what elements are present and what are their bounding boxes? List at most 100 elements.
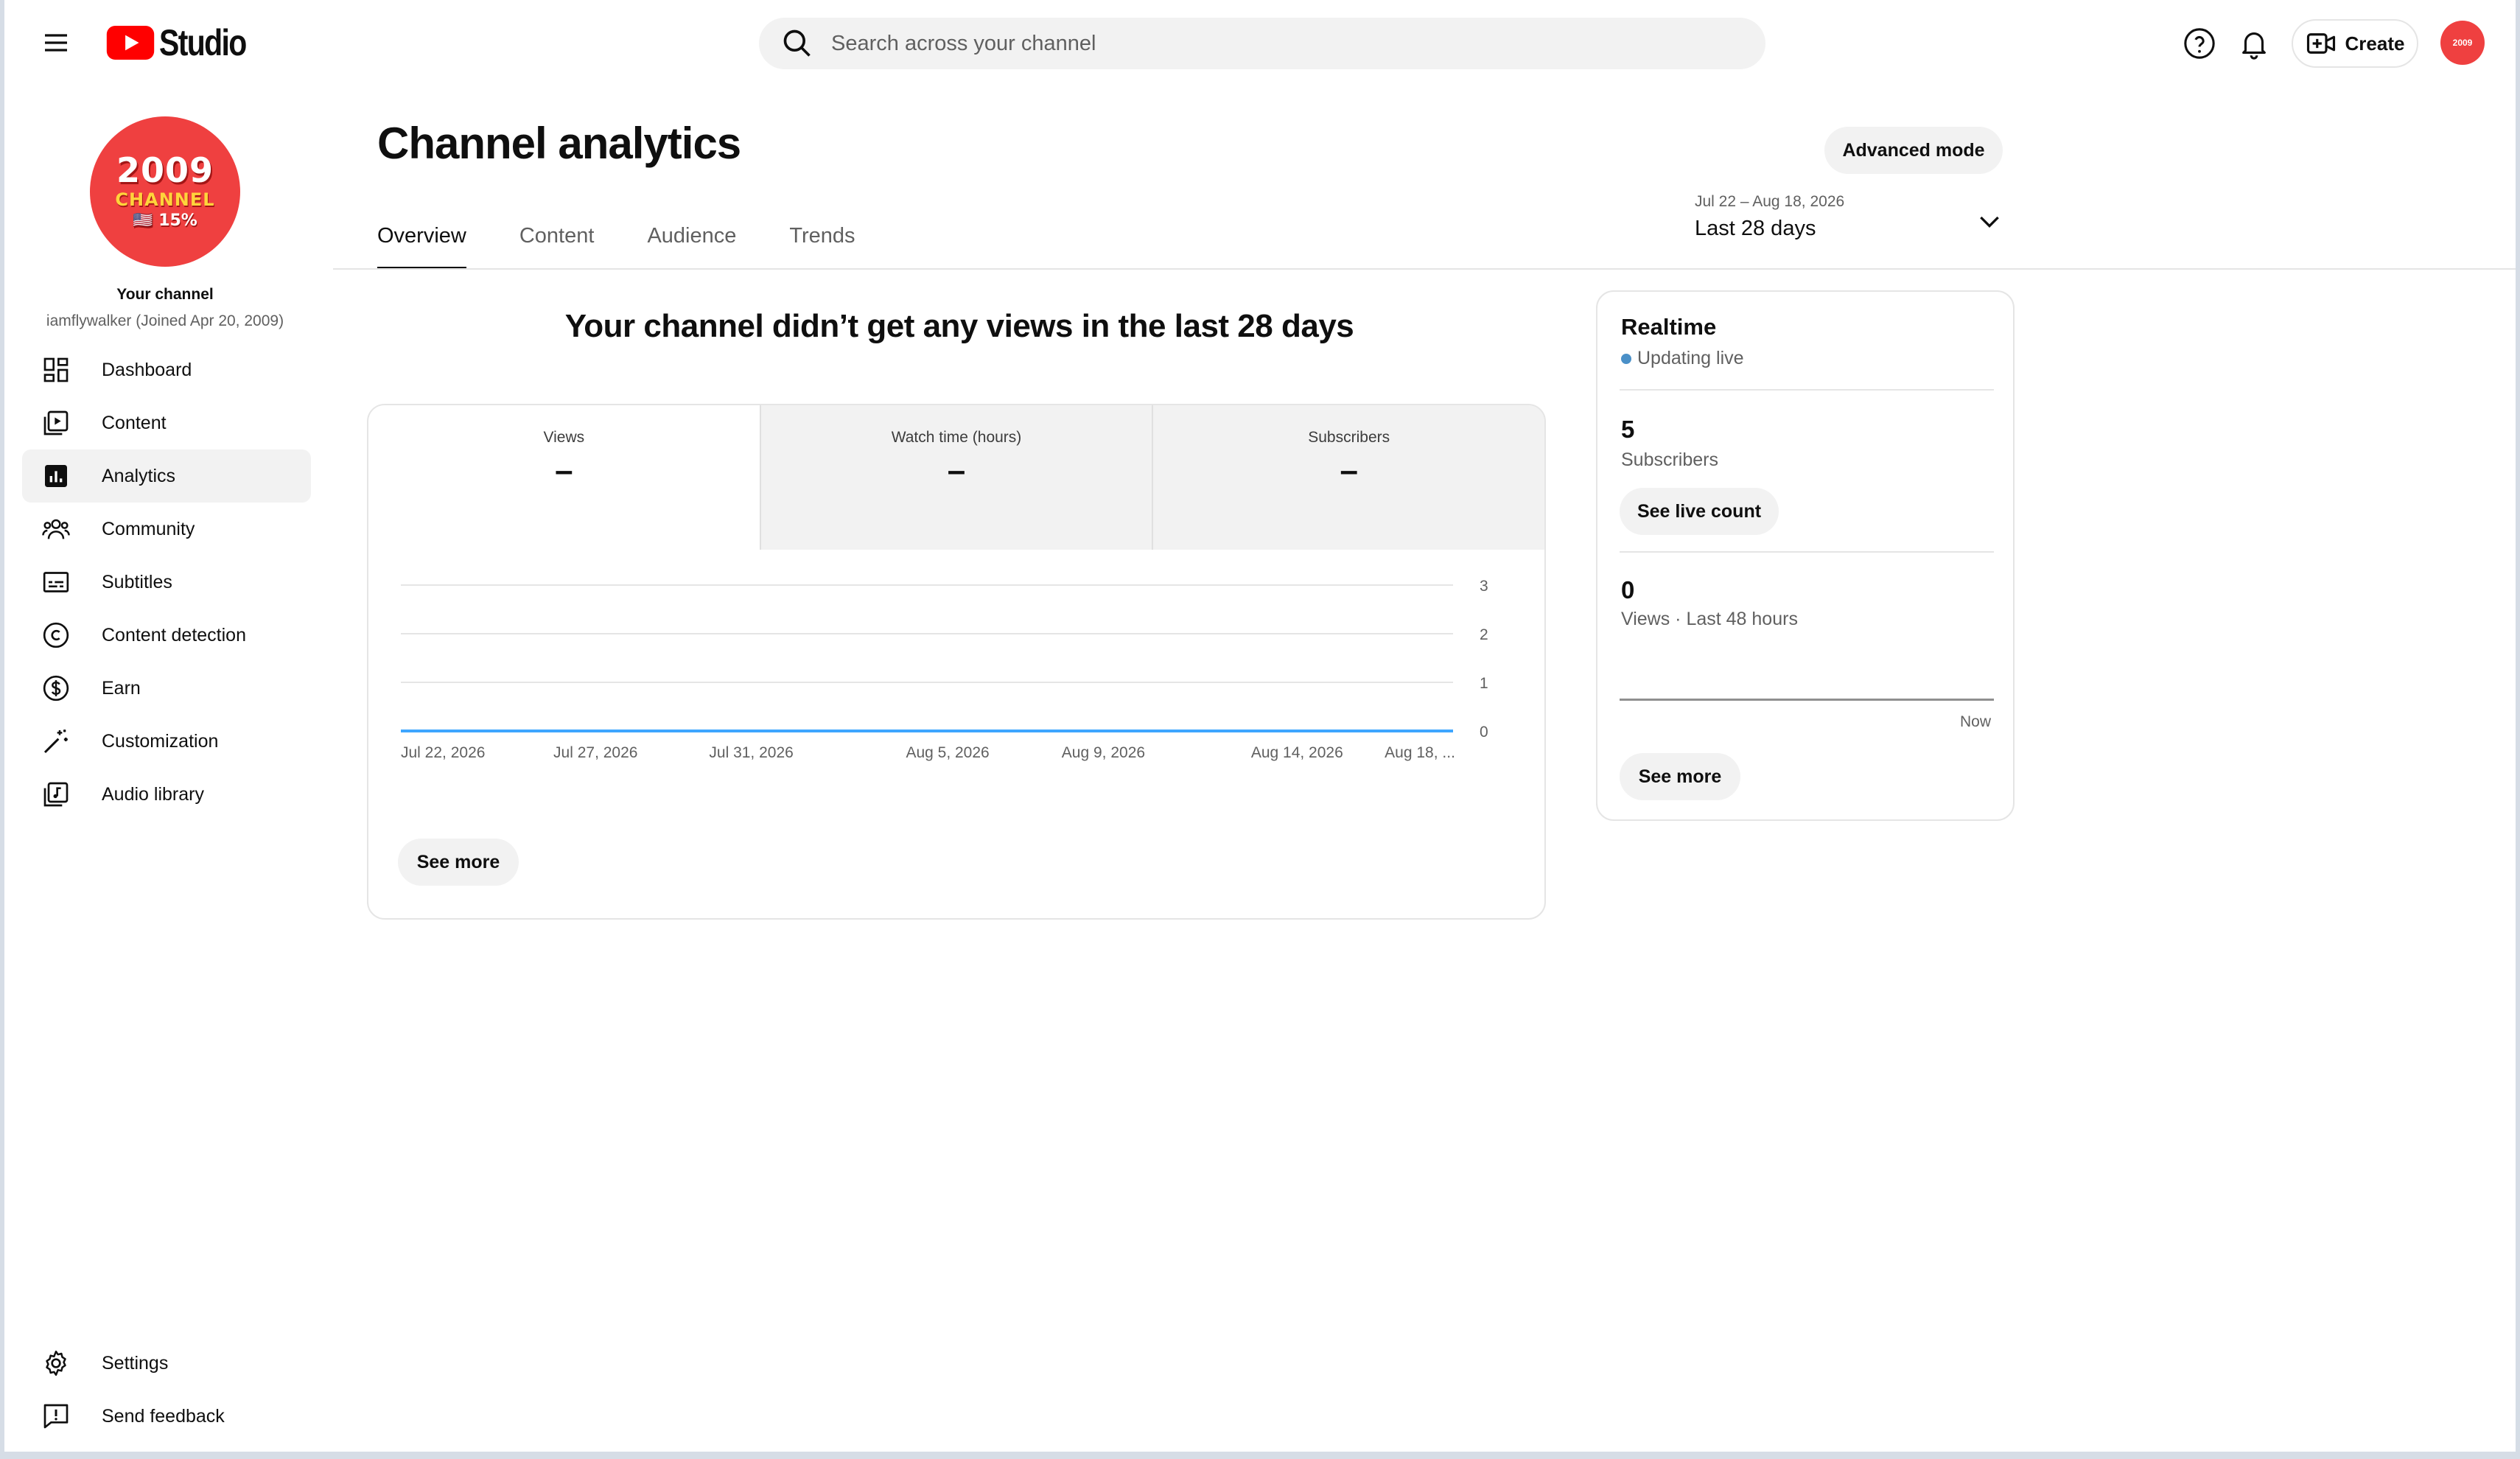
y-tick-label: 3 [1480, 578, 1488, 595]
logo-text: Studio [159, 22, 247, 63]
x-tick-label: Jul 27, 2026 [553, 744, 637, 761]
advanced-mode-button[interactable]: Advanced mode [1824, 127, 2003, 174]
sidebar: 2009 CHANNEL 🇺🇸 15% Your channel iamflyw… [4, 85, 332, 1452]
sidebar-item-label: Content [102, 412, 167, 433]
x-tick-label: Jul 31, 2026 [709, 744, 793, 761]
date-range-picker[interactable]: Jul 22 – Aug 18, 2026 Last 28 days [1695, 193, 2004, 252]
avatar-year: 2009 [116, 150, 214, 190]
feedback-icon [43, 1404, 69, 1429]
tab-audience[interactable]: Audience [647, 214, 736, 270]
sidebar-item-send-feedback[interactable]: Send feedback [22, 1390, 311, 1443]
see-more-button[interactable]: See more [398, 839, 519, 886]
analytics-tabs: Overview Content Audience Trends [377, 214, 909, 270]
sidebar-item-label: Analytics [102, 465, 176, 486]
tab-trends[interactable]: Trends [789, 214, 855, 270]
metric-views[interactable]: Views – [368, 405, 760, 550]
search-bar[interactable] [759, 18, 1765, 69]
realtime-card: Realtime Updating live 5 Subscribers See… [1596, 290, 2015, 821]
sidebar-item-audio-library[interactable]: Audio library [22, 768, 311, 821]
realtime-title: Realtime [1621, 314, 1717, 340]
sidebar-item-label: Subtitles [102, 571, 172, 592]
realtime-status-text: Updating live [1637, 348, 1744, 368]
y-tick-label: 2 [1480, 626, 1488, 643]
realtime-see-more-button[interactable]: See more [1620, 753, 1740, 800]
metric-label: Subscribers [1308, 429, 1390, 446]
views-count: 0 [1621, 576, 1635, 603]
live-dot-icon [1621, 353, 1631, 364]
date-range-dates: Jul 22 – Aug 18, 2026 [1695, 193, 1845, 210]
x-tick-label: Aug 18, ... [1385, 744, 1455, 761]
magic-wand-icon [43, 730, 68, 754]
account-avatar[interactable]: 2009 [2440, 21, 2485, 65]
studio-logo[interactable]: Studio [106, 22, 265, 63]
sidebar-item-label: Settings [102, 1352, 169, 1374]
community-icon [42, 519, 70, 539]
sidebar-bottom-nav: Settings Send feedback [22, 1337, 311, 1443]
see-live-count-button[interactable]: See live count [1620, 488, 1779, 535]
menu-icon[interactable] [41, 28, 71, 57]
x-tick-label: Jul 22, 2026 [401, 744, 485, 761]
metric-value: – [555, 452, 573, 489]
analytics-icon [45, 465, 67, 487]
sidebar-item-customization[interactable]: Customization [22, 715, 311, 768]
tab-content[interactable]: Content [519, 214, 595, 270]
create-label: Create [2345, 32, 2405, 55]
sidebar-item-label: Dashboard [102, 359, 192, 380]
x-tick-label: Aug 14, 2026 [1251, 744, 1343, 761]
x-tick-label: Aug 5, 2026 [906, 744, 989, 761]
search-input[interactable] [831, 31, 1642, 56]
sidebar-item-label: Earn [102, 677, 141, 699]
divider [1620, 389, 1994, 391]
views-line-chart: 3 2 1 0 Jul 22, 2026 Jul 27, 2026 Jul 31, 2026… [401, 578, 1488, 761]
sidebar-item-content[interactable]: Content [22, 396, 311, 449]
now-label: Now [1959, 713, 1991, 730]
metric-subscribers[interactable]: Subscribers – [1152, 405, 1544, 550]
page-title: Channel analytics [377, 119, 741, 168]
help-icon[interactable] [2183, 27, 2216, 60]
avatar-channel-text: CHANNEL [115, 189, 215, 210]
no-views-headline: Your channel didn’t get any views in the… [564, 308, 1354, 344]
sidebar-item-analytics[interactable]: Analytics [22, 449, 311, 503]
youtube-play-icon [106, 26, 155, 60]
create-button[interactable]: Create [2292, 19, 2418, 68]
x-tick-label: Aug 9, 2026 [1062, 744, 1145, 761]
sidebar-item-dashboard[interactable]: Dashboard [22, 343, 311, 396]
sidebar-item-label: Content detection [102, 624, 246, 645]
content-icon [43, 410, 69, 435]
copyright-icon [43, 622, 69, 648]
avatar-percent: 🇺🇸 15% [133, 211, 197, 230]
channel-handle: iamflywalker (Joined Apr 20, 2009) [46, 312, 284, 329]
create-video-icon [2306, 33, 2335, 54]
sidebar-item-earn[interactable]: Earn [22, 662, 311, 715]
channel-title: Your channel [116, 286, 214, 303]
subtitles-icon [43, 572, 69, 592]
subscribers-label: Subscribers [1621, 449, 1718, 470]
metric-watch-time[interactable]: Watch time (hours) – [759, 405, 1152, 550]
studio-app: Studio Create 2009 [4, 0, 2516, 1452]
sidebar-item-settings[interactable]: Settings [22, 1337, 311, 1390]
sidebar-item-label: Audio library [102, 783, 204, 805]
tab-overview[interactable]: Overview [377, 214, 466, 270]
top-header: Studio Create 2009 [4, 0, 2516, 85]
views-label: Views · Last 48 hours [1621, 609, 1798, 629]
sidebar-item-content-detection[interactable]: Content detection [22, 609, 311, 662]
overview-chart-card: Views – Watch time (hours) – Subscribers… [367, 404, 1546, 920]
sidebar-nav: Dashboard Content Analytics Community Su… [22, 343, 311, 821]
date-range-label: Last 28 days [1695, 217, 1816, 240]
chevron-down-icon [1980, 216, 1999, 228]
realtime-chart-baseline [1620, 699, 1994, 701]
tabs-divider [333, 268, 2516, 270]
realtime-status: Updating live [1621, 348, 1744, 369]
avatar-mini-year: 2009 [2452, 38, 2473, 48]
sidebar-item-label: Send feedback [102, 1405, 225, 1427]
metric-value: – [947, 452, 966, 489]
metric-label: Views [543, 429, 585, 446]
metric-label: Watch time (hours) [891, 429, 1022, 446]
y-tick-label: 0 [1480, 724, 1488, 741]
sidebar-item-community[interactable]: Community [22, 503, 311, 556]
sidebar-item-subtitles[interactable]: Subtitles [22, 556, 311, 609]
channel-avatar[interactable]: 2009 CHANNEL 🇺🇸 15% [90, 116, 240, 267]
divider [1620, 551, 1994, 553]
gear-icon [46, 1350, 66, 1376]
notifications-bell-icon[interactable] [2237, 27, 2271, 60]
